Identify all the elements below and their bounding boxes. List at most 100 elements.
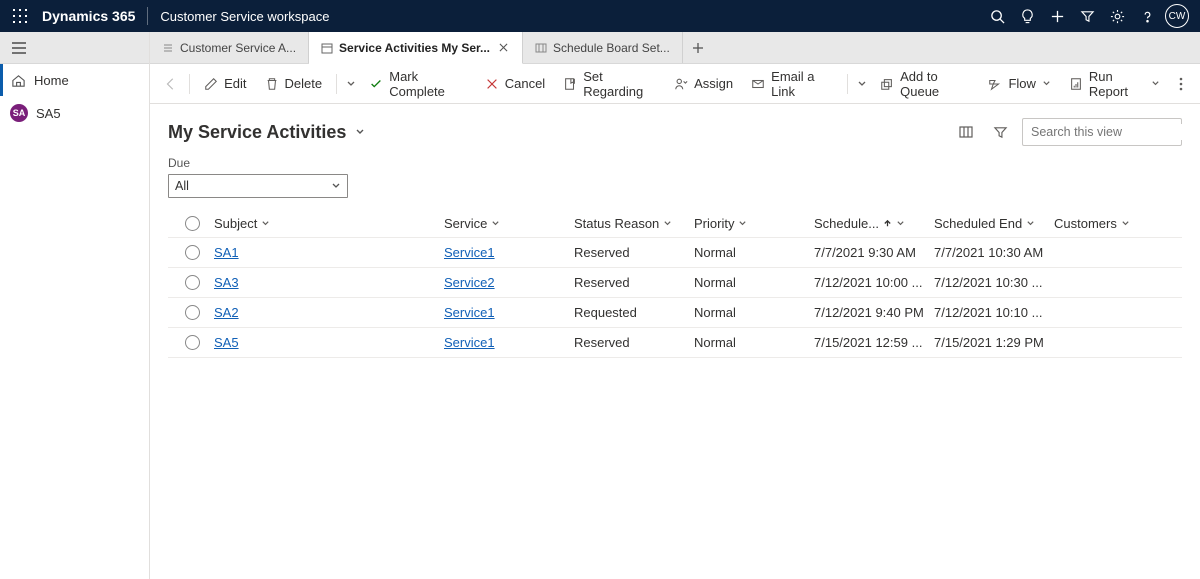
scheduled-start-cell: 7/12/2021 9:40 PM (814, 305, 934, 320)
list-icon (162, 42, 174, 54)
cmd-label: Cancel (505, 76, 545, 91)
row-select-circle[interactable] (185, 245, 200, 260)
cmd-label: Flow (1008, 76, 1035, 91)
cmd-label: Edit (224, 76, 246, 91)
set-regarding-button[interactable]: Set Regarding (555, 63, 664, 105)
subject-link[interactable]: SA1 (214, 245, 239, 260)
select-all-circle[interactable] (185, 216, 200, 231)
row-select-circle[interactable] (185, 275, 200, 290)
add-icon[interactable] (1042, 1, 1072, 31)
chevron-down-icon (261, 219, 270, 228)
page-title: My Service Activities (168, 122, 346, 143)
subject-link[interactable]: SA5 (214, 335, 239, 350)
tab-service-activities[interactable]: Service Activities My Ser... (309, 32, 523, 64)
overflow-icon[interactable] (1170, 70, 1192, 98)
cmd-label: Assign (694, 76, 733, 91)
chevron-down-icon (896, 219, 905, 228)
service-link[interactable]: Service1 (444, 245, 495, 260)
scheduled-start-cell: 7/12/2021 10:00 ... (814, 275, 934, 290)
back-icon[interactable] (158, 70, 183, 98)
chevron-down-icon[interactable] (854, 74, 870, 94)
add-tab-icon[interactable] (683, 32, 713, 63)
cmd-label: Run Report (1089, 69, 1145, 99)
edit-button[interactable]: Edit (196, 70, 254, 97)
table-row[interactable]: SA1Service1ReservedNormal7/7/2021 9:30 A… (168, 237, 1182, 267)
lightbulb-icon[interactable] (1012, 1, 1042, 31)
column-header-scheduled-end[interactable]: Scheduled End (934, 216, 1054, 231)
cmd-label: Email a Link (771, 69, 833, 99)
sidebar-item-sa5[interactable]: SA SA5 (0, 96, 149, 130)
column-header-service[interactable]: Service (444, 216, 574, 231)
status-cell: Requested (574, 305, 694, 320)
sidebar-item-label: SA5 (36, 106, 61, 121)
scheduled-end-cell: 7/12/2021 10:10 ... (934, 305, 1054, 320)
help-icon[interactable] (1132, 1, 1162, 31)
scheduled-start-cell: 7/7/2021 9:30 AM (814, 245, 934, 260)
content-area: My Service Activities (150, 104, 1200, 368)
sidebar: Home SA SA5 (0, 32, 150, 579)
chevron-down-icon (491, 219, 500, 228)
filter-label: Due (168, 156, 1182, 170)
sidebar-item-home[interactable]: Home (0, 64, 149, 96)
assign-button[interactable]: Assign (666, 70, 741, 97)
table-row[interactable]: SA3 Service2 ReservedNormal7/12/2021 10:00… (168, 267, 1182, 297)
filter-icon[interactable] (1072, 1, 1102, 31)
cmd-label: Add to Queue (900, 69, 970, 99)
column-header-subject[interactable]: Subject (214, 216, 444, 231)
scheduled-end-cell: 7/15/2021 1:29 PM (934, 335, 1054, 350)
tab-label: Customer Service A... (180, 41, 296, 55)
run-report-button[interactable]: Run Report (1061, 63, 1168, 105)
row-select-circle[interactable] (185, 335, 200, 350)
row-select-circle[interactable] (185, 305, 200, 320)
table-row[interactable]: SA2 Service1 RequestedNormal7/12/2021 9:40… (168, 297, 1182, 327)
scheduled-start-cell: 7/15/2021 12:59 ... (814, 335, 934, 350)
status-cell: Reserved (574, 335, 694, 350)
view-selector[interactable]: My Service Activities (168, 122, 366, 143)
priority-cell: Normal (694, 335, 814, 350)
service-link[interactable]: Service1 (444, 305, 495, 320)
search-input[interactable] (1029, 124, 1194, 140)
column-header-status-reason[interactable]: Status Reason (574, 216, 694, 231)
service-link[interactable]: Service2 (444, 275, 495, 290)
email-link-button[interactable]: Email a Link (743, 63, 841, 105)
column-header-scheduled-start[interactable]: Schedule... (814, 216, 934, 231)
add-to-queue-button[interactable]: Add to Queue (872, 63, 978, 105)
chevron-down-icon (1026, 219, 1035, 228)
tab-schedule-board[interactable]: Schedule Board Set... (523, 32, 683, 63)
gear-icon[interactable] (1102, 1, 1132, 31)
priority-cell: Normal (694, 275, 814, 290)
delete-button[interactable]: Delete (257, 70, 331, 97)
due-filter-dropdown[interactable]: All (168, 174, 348, 198)
mark-complete-button[interactable]: Mark Complete (361, 63, 474, 105)
close-icon[interactable] (496, 41, 510, 55)
sort-ascending-icon (883, 219, 892, 228)
priority-cell: Normal (694, 245, 814, 260)
tab-customer-service[interactable]: Customer Service A... (150, 32, 309, 63)
app-launcher-icon[interactable] (8, 4, 32, 28)
search-icon[interactable] (982, 1, 1012, 31)
search-view-box[interactable] (1022, 118, 1182, 146)
subject-link[interactable]: SA3 (214, 275, 239, 290)
column-header-priority[interactable]: Priority (694, 216, 814, 231)
column-header-customers[interactable]: Customers (1054, 216, 1174, 231)
chevron-down-icon (1121, 219, 1130, 228)
table-row[interactable]: SA5 Service1 ReservedNormal7/15/2021 12:59… (168, 327, 1182, 358)
chevron-down-icon (738, 219, 747, 228)
hamburger-icon[interactable] (8, 37, 30, 59)
chevron-down-icon[interactable] (343, 74, 359, 94)
calendar-icon (321, 42, 333, 54)
status-cell: Reserved (574, 275, 694, 290)
edit-columns-icon[interactable] (954, 120, 978, 144)
service-link[interactable]: Service1 (444, 335, 495, 350)
user-avatar[interactable]: CW (1162, 1, 1192, 31)
cancel-button[interactable]: Cancel (477, 70, 553, 97)
filter-value: All (175, 179, 189, 193)
global-nav-bar: Dynamics 365 Customer Service workspace … (0, 0, 1200, 32)
priority-cell: Normal (694, 305, 814, 320)
data-grid: Subject Service Status Reason Priority (168, 210, 1182, 358)
subject-link[interactable]: SA2 (214, 305, 239, 320)
flow-button[interactable]: Flow (980, 70, 1058, 97)
cmd-label: Set Regarding (583, 69, 656, 99)
tab-label: Schedule Board Set... (553, 41, 670, 55)
filter-icon[interactable] (988, 120, 1012, 144)
